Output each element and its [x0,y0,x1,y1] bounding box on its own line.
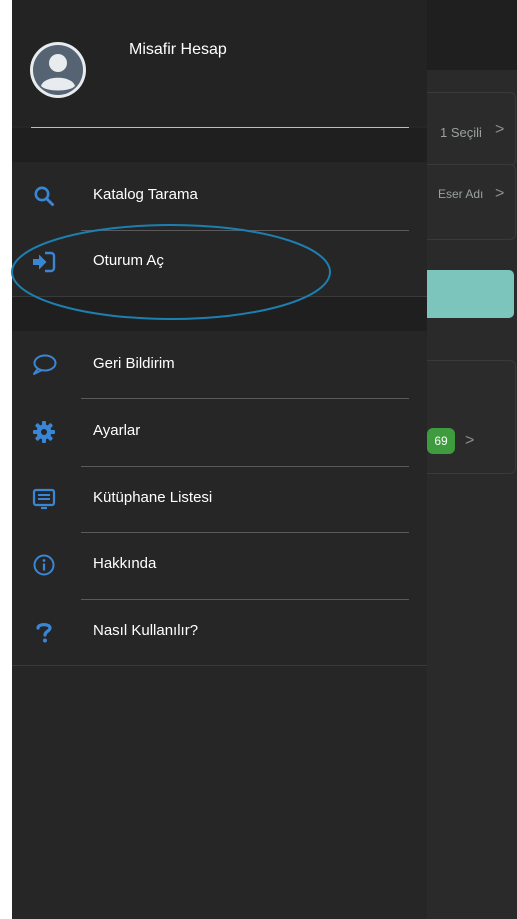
filter-selected-text: 1 Seçili [440,125,482,140]
section-spacer [12,297,427,331]
sort-label-text: Eser Adı [438,187,484,201]
menu-item-how-to-use[interactable]: Nasıl Kullanılır? [12,600,427,664]
menu-divider [81,398,409,399]
chat-bubble-icon [28,349,60,381]
menu-item-library-list[interactable]: Kütüphane Listesi [12,467,427,531]
background-header [426,0,517,70]
count-badge: 69 [427,428,455,454]
menu-divider [12,665,427,666]
menu-item-about[interactable]: Hakkında [12,533,427,597]
menu-item-sign-in[interactable]: Oturum Aç [12,230,427,294]
menu-item-label: Geri Bildirim [93,355,175,372]
navigation-drawer: Misafir Hesap Katalog Tarama Oturum Aç G… [12,0,427,919]
question-icon [28,616,60,648]
menu-item-label: Katalog Tarama [93,186,198,203]
menu-item-label: Nasıl Kullanılır? [93,622,199,639]
menu-item-label: Oturum Aç [93,252,164,269]
chevron-right-icon: > [495,121,505,138]
profile-header: Misafir Hesap [12,0,427,126]
menu-item-label: Ayarlar [93,422,141,439]
info-icon [28,549,60,581]
chevron-right-icon: > [465,432,475,449]
gear-icon [28,416,60,448]
search-icon [28,180,60,212]
menu-item-feedback[interactable]: Geri Bildirim [12,333,427,397]
list-icon [28,483,60,515]
avatar-icon[interactable] [30,42,86,98]
chevron-right-icon: > [495,185,505,202]
app-screen: 1 Seçili > Eser Adı > 69 > Misafir Hesap [0,0,517,919]
menu-item-settings[interactable]: Ayarlar [12,400,427,464]
sign-in-icon [28,246,60,278]
section-spacer [12,128,427,162]
menu-item-catalog-search[interactable]: Katalog Tarama [12,164,427,228]
menu-item-label: Hakkında [93,555,157,572]
profile-name: Misafir Hesap [129,41,227,58]
menu-item-label: Kütüphane Listesi [93,489,213,506]
